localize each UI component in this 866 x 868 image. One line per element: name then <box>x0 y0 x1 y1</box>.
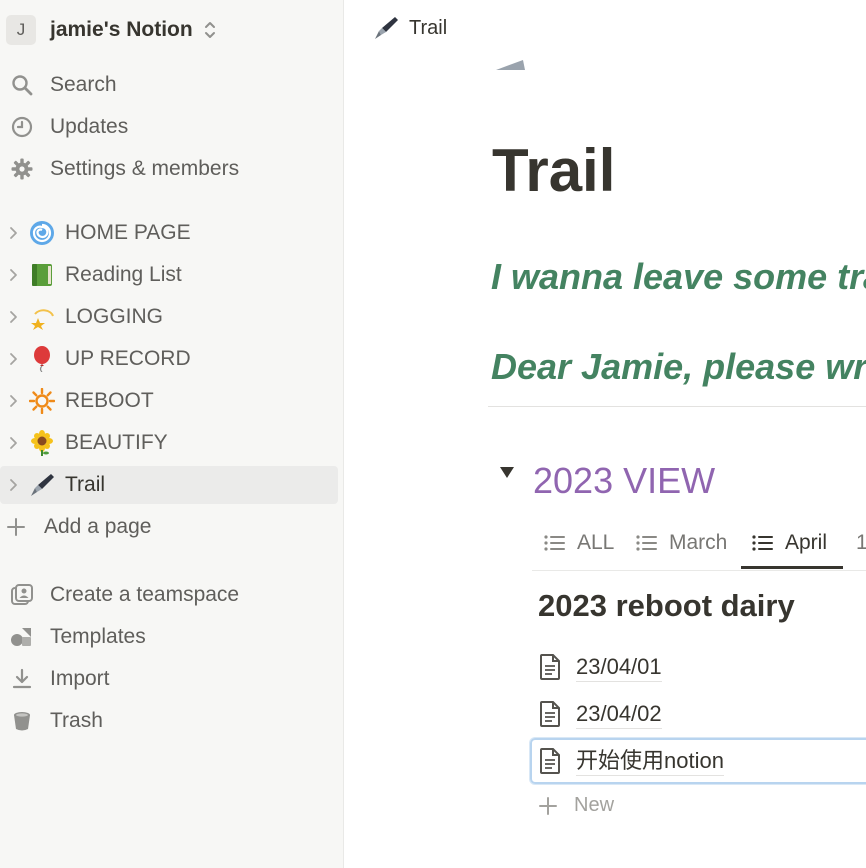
document-icon <box>540 748 560 774</box>
tab-label: March <box>669 531 728 554</box>
chevron-right-icon[interactable] <box>6 352 20 366</box>
add-page-button[interactable]: Add a page <box>0 508 338 546</box>
sidebar-updates[interactable]: Updates <box>0 108 338 146</box>
toggle-triangle-icon[interactable] <box>495 460 519 484</box>
sidebar-page-label: HOME PAGE <box>65 221 191 244</box>
sidebar-create-teamspace-label: Create a teamspace <box>50 583 240 606</box>
tab-label: 1 <box>856 531 866 554</box>
sidebar-settings-label: Settings & members <box>50 157 240 180</box>
chevron-right-icon[interactable] <box>6 436 20 450</box>
chevron-up-down-icon <box>204 22 215 38</box>
list-item-title: 23/04/01 <box>576 653 662 682</box>
new-item-label: New <box>574 794 615 816</box>
green-book-emoji-icon <box>29 262 55 288</box>
tab-march[interactable]: March <box>636 518 727 568</box>
sidebar-page-trail[interactable]: Trail <box>0 466 338 504</box>
sidebar-page-label: BEAUTIFY <box>65 431 168 454</box>
page-title[interactable]: Trail <box>492 136 615 205</box>
sidebar-page-beautify[interactable]: BEAUTIFY <box>0 424 338 462</box>
templates-icon <box>10 625 34 649</box>
page-icon-fountain-pen-icon[interactable] <box>493 56 527 72</box>
sidebar-create-teamspace[interactable]: Create a teamspace <box>0 576 338 614</box>
sidebar: J jamie's Notion Search Updates Settings… <box>0 0 344 868</box>
sun-emoji-icon <box>29 388 55 414</box>
teamspace-icon <box>10 583 34 607</box>
sidebar-templates[interactable]: Templates <box>0 618 338 656</box>
tab-all[interactable]: ALL <box>544 518 614 568</box>
quote-line-2[interactable]: Dear Jamie, please writ <box>491 346 866 388</box>
toggle-heading[interactable]: 2023 VIEW <box>533 460 715 502</box>
sidebar-updates-label: Updates <box>50 115 129 138</box>
add-page-label: Add a page <box>44 515 152 538</box>
trash-icon <box>10 709 34 733</box>
document-icon <box>540 654 560 680</box>
quote-line-1[interactable]: I wanna leave some tra <box>491 256 866 298</box>
list-icon <box>636 535 657 551</box>
view-tabs: ALL March April 1 <box>532 518 866 571</box>
sidebar-search-label: Search <box>50 73 117 96</box>
divider <box>488 406 866 407</box>
cyclone-emoji-icon <box>29 220 55 246</box>
sidebar-trash-label: Trash <box>50 709 103 732</box>
gear-icon <box>10 157 34 181</box>
sidebar-page-label: REBOOT <box>65 389 154 412</box>
list-item[interactable]: 23/04/02 <box>532 693 866 735</box>
topbar: Trail <box>343 0 866 58</box>
clock-icon <box>10 115 34 139</box>
dizzy-star-emoji-icon <box>29 304 55 330</box>
group-title: 2023 reboot dairy <box>538 588 795 623</box>
chevron-right-icon[interactable] <box>6 478 20 492</box>
active-tab-indicator <box>741 566 843 569</box>
sidebar-page-reboot[interactable]: REBOOT <box>0 382 338 420</box>
sidebar-page-reading-list[interactable]: Reading List <box>0 256 338 294</box>
sidebar-trash[interactable]: Trash <box>0 702 338 740</box>
breadcrumb-label: Trail <box>409 16 448 39</box>
list-item-title: 开始使用notion <box>576 747 724 776</box>
document-icon <box>540 701 560 727</box>
new-item-button[interactable]: New <box>538 794 614 817</box>
sidebar-settings[interactable]: Settings & members <box>0 150 338 188</box>
sidebar-page-label: UP RECORD <box>65 347 191 370</box>
tab-more[interactable]: 1 <box>856 518 866 568</box>
sidebar-import-label: Import <box>50 667 110 690</box>
sidebar-page-logging[interactable]: LOGGING <box>0 298 338 336</box>
sidebar-page-home[interactable]: HOME PAGE <box>0 214 338 252</box>
breadcrumb[interactable]: Trail <box>373 15 447 41</box>
sunflower-emoji-icon <box>29 430 55 456</box>
chevron-right-icon[interactable] <box>6 268 20 282</box>
chevron-right-icon[interactable] <box>6 394 20 408</box>
import-icon <box>10 667 34 691</box>
plus-icon <box>539 796 557 815</box>
plus-icon <box>4 515 28 539</box>
chevron-right-icon[interactable] <box>6 226 20 240</box>
list-icon <box>544 535 565 551</box>
workspace-switcher[interactable]: J jamie's Notion <box>6 12 217 48</box>
balloon-emoji-icon <box>29 346 55 372</box>
list-item[interactable]: 23/04/01 <box>532 646 866 688</box>
tab-label: April <box>785 531 828 554</box>
fountain-pen-icon <box>375 17 398 39</box>
tab-label: ALL <box>577 531 615 554</box>
search-icon <box>10 73 34 97</box>
chevron-right-icon[interactable] <box>6 310 20 324</box>
sidebar-templates-label: Templates <box>50 625 146 648</box>
toggle-block: 2023 VIEW <box>495 460 715 501</box>
sidebar-page-label: Reading List <box>65 263 182 286</box>
sidebar-page-label: Trail <box>65 473 106 496</box>
sidebar-page-up-record[interactable]: UP RECORD <box>0 340 338 378</box>
fountain-pen-emoji-icon <box>29 472 55 498</box>
list-icon <box>752 535 773 551</box>
list-item-title: 23/04/02 <box>576 700 662 729</box>
sidebar-search[interactable]: Search <box>0 66 338 104</box>
workspace-avatar: J <box>6 15 36 45</box>
workspace-name: jamie's Notion <box>50 18 193 41</box>
tab-april[interactable]: April <box>752 518 827 568</box>
sidebar-import[interactable]: Import <box>0 660 338 698</box>
list-item-selected[interactable]: 开始使用notion <box>530 738 866 784</box>
sidebar-page-label: LOGGING <box>65 305 164 328</box>
